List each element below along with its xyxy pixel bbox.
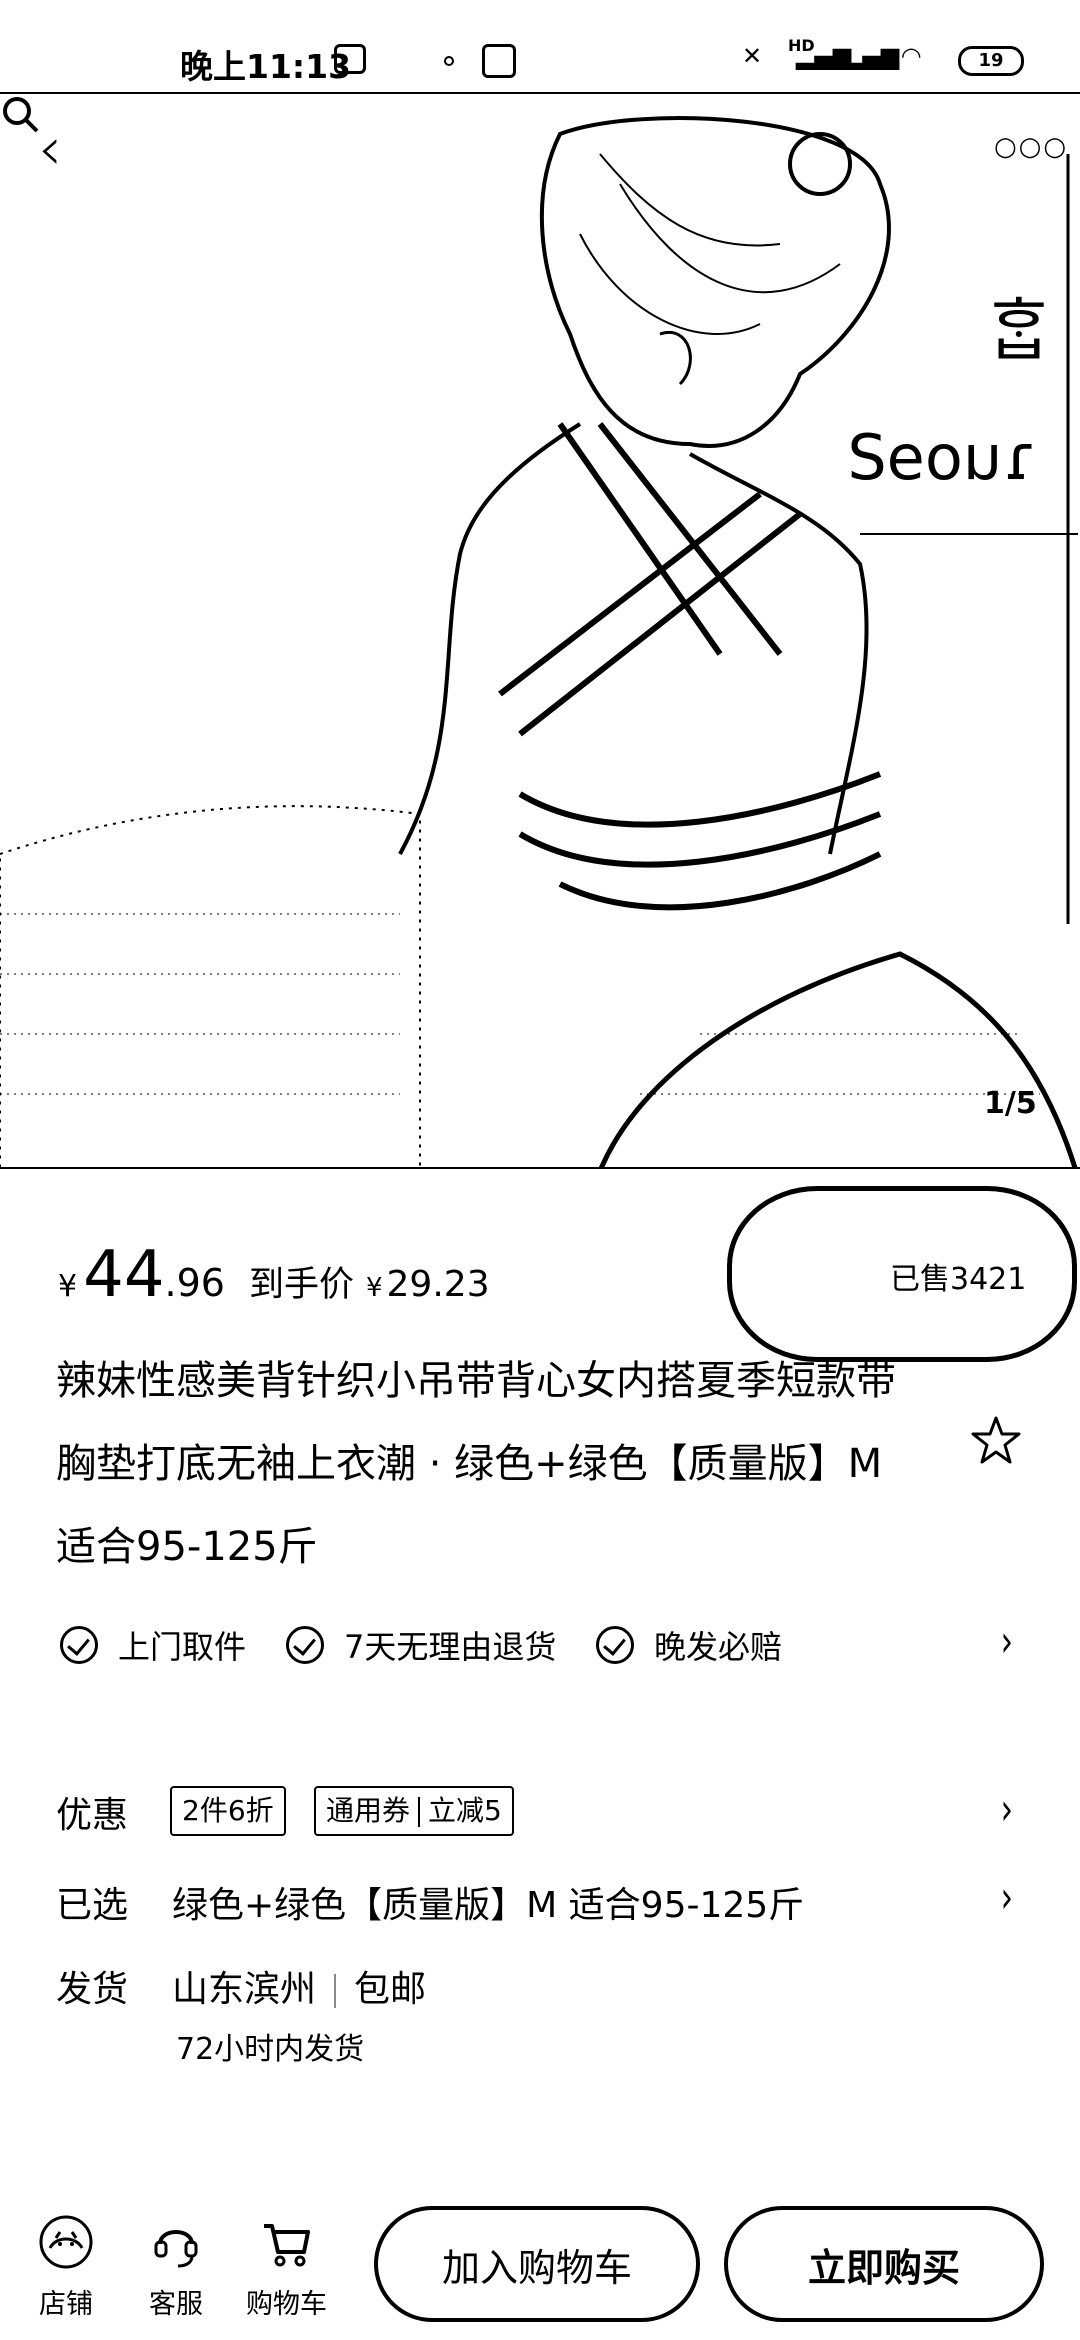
price-currency: ¥ [58,1269,78,1304]
image-counter: 1/5 [984,1086,1037,1121]
check-circle-icon [286,1626,324,1664]
price-decimal: .96 [164,1261,225,1305]
guarantee-label: 7天无理由退货 [344,1628,557,1666]
coupon-type: 通用券 [326,1794,411,1827]
shipping-time: 72小时内发货 [176,2032,365,2067]
shipping-origin: 山东滨州 [172,1969,317,2010]
sold-count: 已售3421 [890,1262,1027,1297]
net-price-currency: ¥ [365,1273,383,1303]
product-title: 辣妹性感美背针织小吊带背心女内搭夏季短款带胸垫打底无袖上衣潮 · 绿色+绿色【质… [56,1358,896,1570]
shipping-fee: 包邮 [354,1969,427,2010]
price-integer: 44 [83,1238,165,1312]
selected-label: 已选 [56,1885,129,1926]
headset-icon [154,2230,198,2268]
promo-label: 优惠 [56,1795,129,1836]
guarantees-chevron-icon[interactable]: › [1001,1620,1013,1664]
promo-tag-coupon[interactable]: 通用券 立减5 [314,1786,514,1836]
status-time: 晚上11:13 [180,47,352,86]
shipping-divider [334,1974,337,2008]
wifi-icon: ◠ [902,42,921,70]
mute-icon: ✕ [742,42,763,70]
guarantee-late-compensation: 晚发必赔 [596,1622,782,1668]
cart-label: 购物车 [246,2289,327,2320]
shop-avatar-icon [39,2215,93,2269]
selected-chevron-icon[interactable]: › [1001,1876,1013,1920]
net-price-label: 到手价 [248,1265,354,1305]
add-to-cart-button[interactable]: 加入购物车 [374,2206,700,2322]
net-price-value: 29.23 [386,1264,490,1305]
signal-2-icon: ▂▄▆ [844,42,900,70]
customer-service-label: 客服 [149,2289,203,2320]
guarantee-label: 晚发必赔 [654,1628,783,1666]
app-notification-icon [482,44,516,78]
cart-button[interactable]: 购物车 [246,2214,327,2321]
guarantee-pickup: 上门取件 [60,1622,246,1668]
shop-label: 店铺 [39,2289,93,2320]
shipping-label: 发货 [56,1969,129,2010]
favorite-star-icon[interactable] [970,1415,1022,1467]
check-circle-icon [596,1626,634,1664]
search-icon[interactable] [0,94,40,134]
promo-chevron-icon[interactable]: › [1001,1788,1013,1832]
price-row: ¥ 44 .96 到手价 ¥ 29.23 [58,1238,490,1312]
back-button[interactable]: ‹ [38,119,88,184]
product-image[interactable]: ᄒᆞᆸ ɿuoɘƧ ‹ ○○○ 1/5 [0,92,1080,1169]
battery-icon: 19 [958,46,1024,76]
notification-dot-icon [444,56,454,66]
more-options-icon[interactable]: ○○○ [994,132,1068,162]
check-circle-icon [60,1626,98,1664]
guarantee-return: 7天无理由退货 [286,1622,556,1668]
tag-divider [418,1797,421,1827]
poster-text-1: ᄒᆞᆸ [987,292,1050,371]
guarantee-label: 上门取件 [118,1628,247,1666]
buy-now-button[interactable]: 立即购买 [724,2206,1044,2322]
shop-button[interactable]: 店铺 [26,2214,106,2321]
customer-service-button[interactable]: 客服 [136,2214,216,2321]
shipping-info: 山东滨州 包邮 [172,1960,426,2012]
status-bar: 晚上11:13 ✕ HD ▂▄▆ ▂▄▆ ◠ 19 [0,0,1080,92]
coupon-value: 立减5 [428,1794,502,1827]
notification-icon [334,44,366,74]
poster-text-2: ɿuoɘƧ [847,421,1035,494]
selected-variant[interactable]: 绿色+绿色【质量版】M 适合95-125斤 [172,1876,804,1928]
cart-icon [264,2224,310,2267]
promo-tag-discount[interactable]: 2件6折 [170,1786,286,1836]
product-photo-sketch: ᄒᆞᆸ ɿuoɘƧ [0,116,1078,1167]
